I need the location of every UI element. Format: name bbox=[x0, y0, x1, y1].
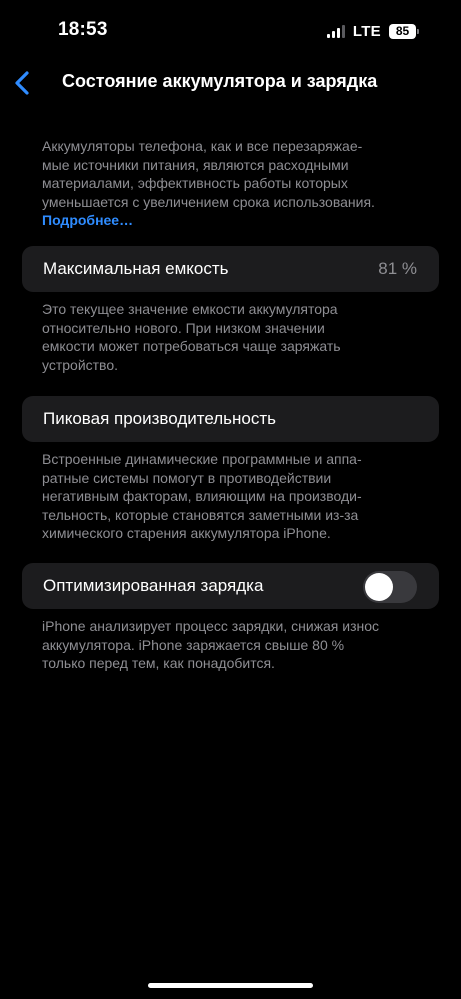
description-line: аккумулятора. iPhone заряжается свыше 80… bbox=[42, 636, 345, 653]
peak-performance-description: Встроенные динамические программные и ап… bbox=[42, 450, 422, 543]
battery-level: 85 bbox=[389, 23, 416, 39]
page-title: Состояние аккумулятора и зарядка bbox=[62, 71, 378, 91]
peak-performance-label: Пиковая производительность bbox=[43, 409, 277, 428]
optimized-charging-description: iPhone анализирует процесс зарядки, сниж… bbox=[42, 617, 422, 673]
toggle-knob bbox=[365, 573, 393, 601]
network-type: LTE bbox=[352, 22, 381, 40]
intro-line: мые источники питания, являются расходны… bbox=[42, 156, 349, 173]
optimized-charging-row: Оптимизированная зарядка bbox=[22, 563, 439, 609]
description-line: химического старения аккумулятора iPhone… bbox=[42, 525, 331, 541]
intro-line: уменьшается с увеличением срока использо… bbox=[42, 193, 375, 210]
optimized-charging-toggle[interactable] bbox=[363, 571, 417, 603]
description-line: негативным факторам, влияющим на произво… bbox=[42, 488, 362, 504]
status-bar: 18:53 LTE 85 bbox=[0, 0, 461, 60]
chevron-left-icon[interactable] bbox=[12, 70, 32, 96]
cellular-signal-icon bbox=[326, 24, 345, 38]
description-line: емкости может потребоваться чаще заряжат… bbox=[42, 338, 341, 354]
max-capacity-description: Это текущее значение емкости аккумулятор… bbox=[42, 300, 422, 374]
description-line: устройство. bbox=[42, 356, 119, 373]
battery-icon: 85 bbox=[389, 23, 419, 39]
navigation-bar: Состояние аккумулятора и зарядка bbox=[0, 62, 461, 102]
optimized-charging-label: Оптимизированная зарядка bbox=[43, 576, 264, 595]
intro-line: Аккумуляторы телефона, как и все перезар… bbox=[42, 138, 363, 154]
status-indicators: LTE 85 bbox=[326, 22, 419, 40]
description-line: тельность, которые становятся заметными … bbox=[42, 506, 359, 523]
status-time: 18:53 bbox=[58, 19, 108, 40]
peak-performance-row: Пиковая производительность bbox=[22, 396, 439, 442]
intro-description: Аккумуляторы телефона, как и все перезар… bbox=[42, 137, 422, 230]
description-line: Встроенные динамические программные и ап… bbox=[42, 451, 362, 467]
home-indicator[interactable] bbox=[148, 983, 313, 988]
max-capacity-row: Максимальная емкость 81 % bbox=[22, 246, 439, 292]
max-capacity-label: Максимальная емкость bbox=[43, 259, 229, 278]
intro-line: материалами, эффективность работы которы… bbox=[42, 175, 348, 191]
description-line: ратные системы помогут в противодействии bbox=[42, 469, 332, 486]
max-capacity-value: 81 % bbox=[378, 259, 417, 278]
description-line: относительно нового. При низком значении bbox=[42, 319, 325, 336]
description-line: Это текущее значение емкости аккумулятор… bbox=[42, 301, 338, 317]
description-line: только перед тем, как понадобится. bbox=[42, 655, 275, 671]
learn-more-link[interactable]: Подробнее… bbox=[42, 211, 422, 230]
description-line: iPhone анализирует процесс зарядки, сниж… bbox=[42, 618, 380, 634]
